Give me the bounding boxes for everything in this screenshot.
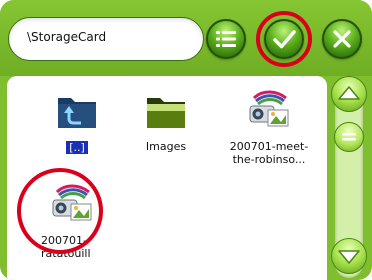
video-file-icon xyxy=(52,184,92,221)
file-label: 200701-meet- the-robinso... xyxy=(229,140,309,166)
list-icon xyxy=(216,31,236,47)
path-text: \StorageCard xyxy=(27,30,107,44)
list-item-video-robinsons[interactable]: 200701-meet- the-robinso... xyxy=(224,86,314,166)
check-icon xyxy=(273,30,296,49)
confirm-button[interactable] xyxy=(264,19,304,59)
arrow-up-icon xyxy=(338,86,360,100)
scroll-up-button[interactable] xyxy=(331,76,367,112)
scroll-thumb[interactable] xyxy=(334,122,364,152)
drag-handle-icon xyxy=(342,133,356,141)
file-label: Images xyxy=(145,140,187,153)
list-item-parent-folder[interactable]: [..] xyxy=(32,92,122,155)
path-field[interactable]: \StorageCard xyxy=(8,17,204,61)
file-browser-window: \StorageCard [..] Images 200701-meet- th… xyxy=(0,0,372,280)
file-label: [..] xyxy=(66,141,88,154)
arrow-down-icon xyxy=(338,250,360,264)
folder-icon xyxy=(147,98,185,128)
toolbar: \StorageCard xyxy=(0,0,372,76)
close-button[interactable] xyxy=(322,19,362,59)
file-label: 200701- ratatouill xyxy=(41,234,91,260)
file-list: [..] Images 200701-meet- the-robinso... … xyxy=(7,76,327,280)
scroll-down-button[interactable] xyxy=(331,238,367,274)
list-item-video-ratatouille[interactable]: 200701- ratatouill xyxy=(27,180,117,260)
close-icon xyxy=(333,30,351,48)
video-file-icon xyxy=(249,90,289,127)
list-view-button[interactable] xyxy=(206,19,246,59)
list-item-images-folder[interactable]: Images xyxy=(121,92,211,153)
folder-up-icon xyxy=(58,98,96,128)
